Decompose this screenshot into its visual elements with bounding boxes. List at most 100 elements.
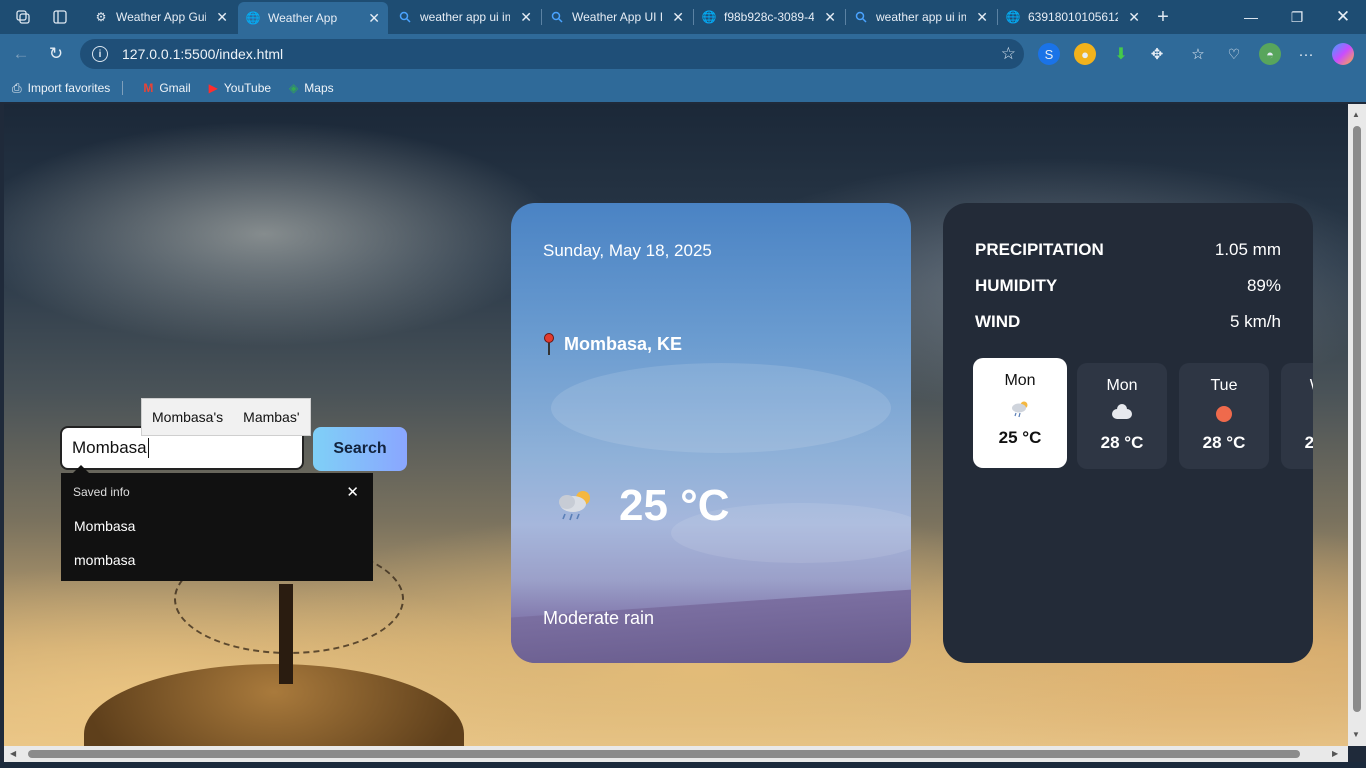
detail-row-humidity: HUMIDITY 89% <box>975 276 1281 296</box>
close-tab-icon[interactable]: ✕ <box>1128 9 1140 26</box>
browser-tab[interactable]: weather app ui im ✕ <box>846 3 996 31</box>
forecast-day-card[interactable]: Wed 28 °C <box>1281 363 1313 469</box>
close-tab-icon[interactable]: ✕ <box>520 9 532 26</box>
scroll-right-icon[interactable]: ▶ <box>1332 749 1338 758</box>
forecast-day-card[interactable]: Tue 28 °C <box>1179 363 1269 469</box>
scroll-up-icon[interactable]: ▲ <box>1352 110 1360 119</box>
autofill-item[interactable]: mombasa <box>74 552 135 568</box>
page-viewport: Mombasa Search Mombasa's Mambas' Saved i… <box>4 104 1348 746</box>
bookmark-youtube[interactable]: ▶ YouTube <box>209 81 271 95</box>
tab-title: f98b928c-3089-4 <box>724 10 815 24</box>
globe-icon: 🌐 <box>1005 10 1021 24</box>
bookmark-maps[interactable]: ◈ Maps <box>289 81 334 95</box>
current-location: Mombasa, KE <box>543 333 682 355</box>
shazam-extension-icon[interactable]: S <box>1038 43 1060 65</box>
bookmark-import-favorites[interactable]: ⎙ Import favorites <box>12 81 110 96</box>
bookmark-label: Gmail <box>159 81 191 95</box>
vertical-scrollbar[interactable]: ▲ ▼ <box>1348 104 1366 746</box>
search-button[interactable]: Search <box>313 427 407 471</box>
tab-title: 639180101056127 <box>1028 10 1119 24</box>
scroll-down-icon[interactable]: ▼ <box>1352 730 1360 739</box>
gmail-icon: M <box>143 81 154 95</box>
address-bar[interactable]: i 127.0.0.1:5500/index.html ☆ <box>80 39 1024 69</box>
minimize-icon[interactable]: — <box>1228 0 1274 34</box>
forecast-temp: 28 °C <box>1100 433 1144 452</box>
copilot-icon[interactable] <box>1332 43 1354 65</box>
suggestion-item[interactable]: Mambas' <box>233 409 309 425</box>
location-pin-icon <box>543 333 555 355</box>
favorite-star-icon[interactable]: ☆ <box>1001 44 1016 64</box>
back-icon[interactable]: ← <box>8 41 34 67</box>
forecast-temp: 25 °C <box>998 428 1042 447</box>
autofill-item[interactable]: Mombasa <box>74 518 135 534</box>
bookmark-gmail[interactable]: M Gmail <box>143 81 190 95</box>
scrollbar-thumb[interactable] <box>1353 126 1361 712</box>
tab-title: Weather App <box>268 11 338 25</box>
refresh-icon[interactable]: ↻ <box>43 41 69 67</box>
search-icon <box>854 10 868 24</box>
favorites-icon[interactable]: ☆ <box>1187 43 1209 65</box>
close-icon[interactable]: ✕ <box>346 483 359 501</box>
browser-tab-active[interactable]: 🌐 Weather App ✕ <box>238 2 388 34</box>
download-extension-icon[interactable]: ⬇ <box>1110 43 1132 65</box>
tab-title: weather app ui im <box>876 10 967 24</box>
sun-icon <box>1179 401 1269 427</box>
globe-icon: 🌐 <box>701 10 717 24</box>
rain-cloud-icon <box>973 396 1067 422</box>
gear-icon: ⚙ <box>95 10 107 24</box>
text-caret <box>147 438 149 458</box>
forecast-day: Wed <box>1281 377 1313 395</box>
detail-row-precipitation: PRECIPITATION 1.05 mm <box>975 240 1281 260</box>
detail-label: PRECIPITATION <box>975 240 1104 259</box>
horizontal-scrollbar[interactable]: ◀ ▶ <box>4 746 1348 762</box>
browser-tab[interactable]: Weather App UI D ✕ <box>542 3 692 31</box>
coin-extension-icon[interactable]: ● <box>1074 43 1096 65</box>
workspaces-icon[interactable] <box>10 4 36 30</box>
forecast-day: Tue <box>1210 377 1238 394</box>
more-menu-icon[interactable]: ··· <box>1295 43 1317 65</box>
restore-icon[interactable]: ❐ <box>1274 0 1320 34</box>
browser-tab[interactable]: 🌐 639180101056127 ✕ <box>998 3 1148 31</box>
bookmark-label: Import favorites <box>27 81 111 95</box>
forecast-day: Mon <box>1004 372 1036 389</box>
youtube-icon: ▶ <box>208 81 218 95</box>
close-tab-icon[interactable]: ✕ <box>824 9 836 26</box>
extensions-icon[interactable]: ✥ <box>1146 43 1168 65</box>
search-input-value: Mombasa <box>72 438 147 457</box>
scroll-left-icon[interactable]: ◀ <box>10 749 16 758</box>
url-text[interactable]: 127.0.0.1:5500/index.html <box>122 46 283 62</box>
detail-value: 1.05 mm <box>1214 240 1281 259</box>
tab-strip: ⚙ Weather App Gui ✕ 🌐 Weather App ✕ weat… <box>0 0 1366 34</box>
profile-avatar-icon[interactable]: ◓ <box>1259 43 1281 65</box>
taskbar-edge <box>0 762 1366 768</box>
close-tab-icon[interactable]: ✕ <box>216 9 228 26</box>
browser-tab[interactable]: ⚙ Weather App Gui ✕ <box>86 3 236 31</box>
close-window-icon[interactable]: ✕ <box>1320 0 1366 34</box>
close-tab-icon[interactable]: ✕ <box>672 9 684 26</box>
detail-row-wind: WIND 5 km/h <box>975 312 1281 332</box>
search-icon <box>550 10 564 24</box>
search-icon <box>398 10 412 24</box>
scrollbar-thumb[interactable] <box>28 750 1300 758</box>
browser-essentials-icon[interactable]: ♡ <box>1223 43 1245 65</box>
autofill-title: Saved info <box>73 485 130 499</box>
new-tab-icon[interactable]: + <box>1150 4 1176 30</box>
cloud-icon <box>1281 401 1313 427</box>
close-tab-icon[interactable]: ✕ <box>976 9 988 26</box>
bookmark-label: Maps <box>304 81 334 95</box>
browser-tab[interactable]: weather app ui im ✕ <box>390 3 540 31</box>
tab-actions-icon[interactable] <box>47 4 73 30</box>
cloud-icon <box>1077 401 1167 427</box>
detail-value: 5 km/h <box>1229 312 1281 331</box>
autofill-dropdown: Saved info ✕ Mombasa mombasa <box>61 465 373 581</box>
address-bar-row: ← ↻ i 127.0.0.1:5500/index.html ☆ S ● ⬇ … <box>0 34 1366 74</box>
forecast-day-card[interactable]: Mon 25 °C <box>973 358 1067 468</box>
suggestion-item[interactable]: Mombasa's <box>142 409 233 425</box>
site-info-icon[interactable]: i <box>92 46 108 62</box>
close-tab-icon[interactable]: ✕ <box>368 10 380 27</box>
globe-icon: 🌐 <box>245 11 261 25</box>
background-tree-trunk <box>279 584 293 684</box>
background-cloud <box>551 363 891 453</box>
forecast-day-card[interactable]: Mon 28 °C <box>1077 363 1167 469</box>
browser-tab[interactable]: 🌐 f98b928c-3089-4 ✕ <box>694 3 844 31</box>
